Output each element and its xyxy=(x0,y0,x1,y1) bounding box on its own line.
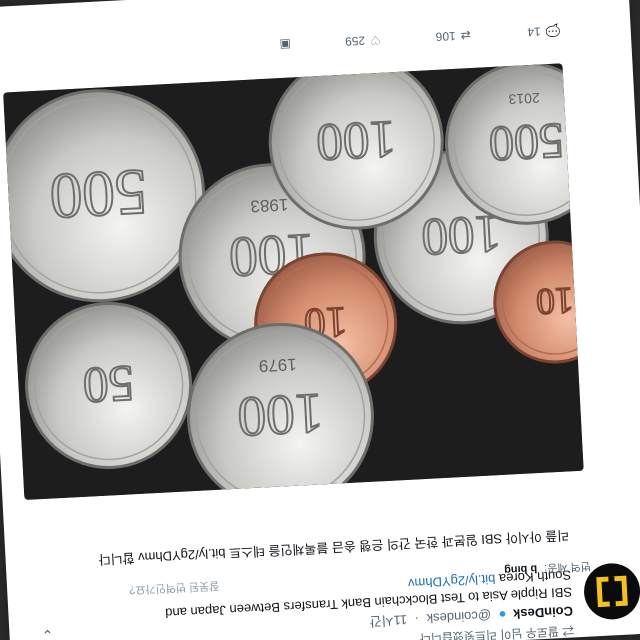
bing-icon: b xyxy=(527,562,538,575)
coin-face-value: 50 xyxy=(82,354,136,413)
retweet-button[interactable]: ⇄ 106 xyxy=(435,28,471,44)
coin-face-value: 100 xyxy=(315,109,397,171)
retweet-small-icon: ⇄ xyxy=(558,623,575,639)
author-name[interactable]: CoinDesk xyxy=(513,603,574,621)
coin-year: 2013 xyxy=(508,90,540,108)
coindesk-logo-icon xyxy=(596,575,628,608)
tweet-image[interactable]: 500 100 1983 100 10 100 1979 500 2013 10 100 50 xyxy=(3,63,584,501)
reply-count: 14 xyxy=(527,24,542,40)
tweet-actions: 💬 14 ⇄ 106 ♡ 259 ▣ xyxy=(40,7,561,64)
tweet-time-separator: · xyxy=(414,611,420,627)
coins-photo: 5001001983 10010100197950020131010050 xyxy=(3,63,584,501)
translate-label: 번역 제공: xyxy=(543,559,592,574)
media-button[interactable]: ▣ xyxy=(279,37,291,52)
like-count: 259 xyxy=(344,33,366,49)
reply-icon: 💬 xyxy=(545,23,562,39)
rotated-screenshot: ⇄ 팔로우 님이 리트윗했습니다 CoinDesk ● @coindesk · … xyxy=(0,0,640,640)
like-button[interactable]: ♡ 259 xyxy=(345,33,381,49)
retweet-count: 106 xyxy=(435,28,457,44)
coin-year: 1979 xyxy=(258,355,297,376)
reply-button[interactable]: 💬 14 xyxy=(527,23,561,39)
author-handle[interactable]: @coindesk xyxy=(426,608,491,626)
chevron-down-icon[interactable]: ⌄ xyxy=(41,626,54,640)
bing-logo: b bing xyxy=(503,562,538,576)
tweet-link[interactable]: bit.ly/2gYDhmv xyxy=(408,571,496,591)
coin-face-value: 10 xyxy=(535,279,574,322)
tweet-time[interactable]: 11시간 xyxy=(369,612,407,629)
verified-icon: ● xyxy=(498,606,507,623)
retweet-icon: ⇄ xyxy=(460,28,472,43)
avatar[interactable] xyxy=(582,561,640,621)
tweet-card: ⇄ 팔로우 님이 리트윗했습니다 CoinDesk ● @coindesk · … xyxy=(0,0,640,640)
coin-face-value: 100 xyxy=(236,381,325,448)
coin-face-value: 500 xyxy=(48,155,149,232)
coin-face-value: 500 xyxy=(488,113,566,173)
heart-icon: ♡ xyxy=(369,32,382,48)
image-icon: ▣ xyxy=(279,37,292,53)
coin-year: 1983 xyxy=(250,195,289,216)
